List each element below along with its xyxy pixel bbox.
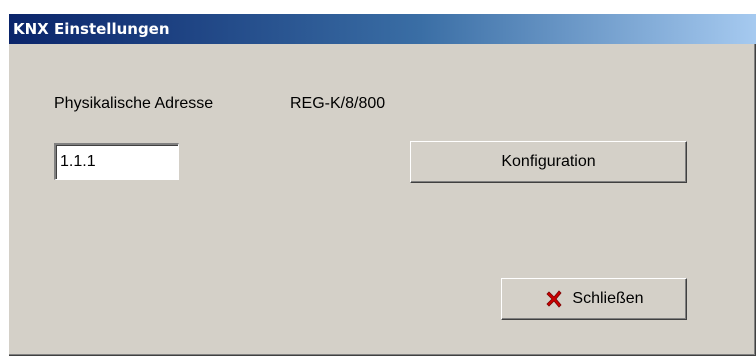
configuration-button-label: Konfiguration — [501, 153, 596, 170]
physical-address-label: Physikalische Adresse — [54, 95, 214, 112]
configuration-button[interactable]: Konfiguration — [410, 141, 687, 183]
close-icon — [544, 289, 564, 309]
window-title: KNX Einstellungen — [13, 20, 170, 38]
knx-settings-dialog: KNX Einstellungen Physikalische Adresse … — [8, 13, 756, 356]
close-button[interactable]: Schließen — [501, 278, 687, 320]
physical-address-input[interactable] — [54, 143, 179, 180]
close-button-label: Schließen — [572, 290, 644, 307]
device-name-label: REG-K/8/800 — [290, 95, 386, 112]
title-bar[interactable]: KNX Einstellungen — [9, 14, 756, 44]
